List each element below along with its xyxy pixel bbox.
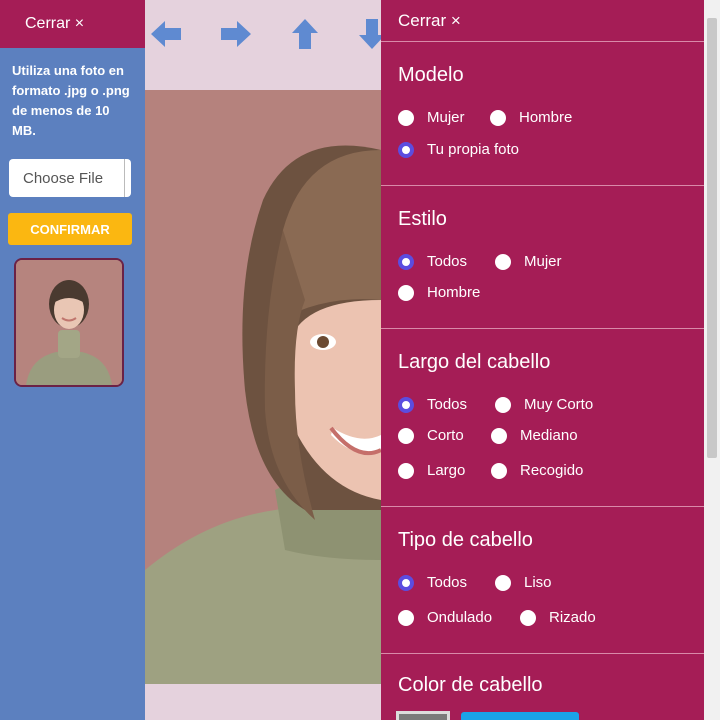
radio-estilo-todos[interactable]: Todos <box>398 253 467 270</box>
radio-label: Hombre <box>519 109 573 126</box>
photo-bottom-strip <box>145 684 381 720</box>
upload-instructions: Utiliza una foto en formato .jpg o .png … <box>12 63 130 138</box>
uploaded-photo-thumbnail[interactable] <box>14 258 124 387</box>
radio-button[interactable] <box>491 462 507 479</box>
portrait-image <box>145 90 381 684</box>
radio-label: Rizado <box>549 609 596 626</box>
radio-button[interactable] <box>491 427 507 444</box>
radio-button[interactable] <box>520 609 536 626</box>
radio-label: Mujer <box>427 109 465 126</box>
section-largo-del-cabello: Largo del cabello Todos Muy Corto Corto … <box>381 329 704 507</box>
radio-button[interactable] <box>495 253 511 270</box>
radio-tipo-todos[interactable]: Todos <box>398 574 467 591</box>
section-title: Tipo de cabello <box>398 529 533 551</box>
radio-tipo-rizado[interactable]: Rizado <box>520 609 596 626</box>
radio-label: Liso <box>524 574 552 591</box>
thumbnail-portrait <box>16 260 122 385</box>
arrow-right-icon[interactable] <box>219 17 253 51</box>
radio-button[interactable] <box>495 574 511 591</box>
radio-button[interactable] <box>398 284 414 301</box>
radio-button-checked[interactable] <box>398 253 414 270</box>
radio-label: Muy Corto <box>524 396 594 413</box>
radio-label: Todos <box>427 574 468 591</box>
radio-estilo-hombre[interactable]: Hombre <box>398 284 480 301</box>
radio-largo-recogido[interactable]: Recogido <box>491 462 583 479</box>
arrow-up-icon[interactable] <box>288 17 322 51</box>
color-swatch[interactable] <box>396 711 450 720</box>
confirm-button[interactable]: CONFIRMAR <box>8 213 132 245</box>
radio-label: Mediano <box>520 427 578 444</box>
hairstyle-preview-photo <box>145 90 381 684</box>
radio-label: Corto <box>427 427 464 444</box>
radio-label: Tu propia foto <box>427 141 519 158</box>
radio-modelo-mujer[interactable]: Mujer <box>398 109 465 126</box>
radio-largo-mediano[interactable]: Mediano <box>491 427 578 444</box>
radio-modelo-tu-propia-foto[interactable]: Tu propia foto <box>398 141 519 158</box>
file-button-label: Choose File <box>23 169 104 187</box>
radio-largo-corto[interactable]: Corto <box>398 427 464 444</box>
section-title: Estilo <box>398 208 447 230</box>
section-tipo-de-cabello: Tipo de cabello Todos Liso Ondulado Riza… <box>381 507 704 654</box>
section-title: Color de cabello <box>398 674 543 696</box>
radio-label: Todos <box>427 396 468 413</box>
section-estilo: Estilo Todos Mujer Hombre <box>381 186 704 329</box>
section-title: Largo del cabello <box>398 351 551 373</box>
radio-estilo-mujer[interactable]: Mujer <box>495 253 562 270</box>
file-input[interactable]: Choose File <box>9 159 131 197</box>
radio-button[interactable] <box>398 462 414 479</box>
radio-label: Ondulado <box>427 609 493 626</box>
radio-label: Mujer <box>524 253 562 270</box>
section-title: Modelo <box>398 64 464 86</box>
arrow-left-icon[interactable] <box>149 17 183 51</box>
radio-tipo-ondulado[interactable]: Ondulado <box>398 609 492 626</box>
scrollbar-thumb[interactable] <box>707 18 717 458</box>
radio-largo-largo[interactable]: Largo <box>398 462 465 479</box>
radio-button[interactable] <box>398 109 414 126</box>
left-close-button[interactable]: Cerrar × <box>0 0 145 48</box>
filters-panel: Cerrar × Modelo Mujer Hombre Tu propia f… <box>381 0 704 720</box>
radio-button-checked[interactable] <box>398 141 414 158</box>
radio-button-checked[interactable] <box>398 574 414 591</box>
radio-button[interactable] <box>495 396 511 413</box>
right-close-button[interactable]: Cerrar × <box>381 0 704 42</box>
radio-tipo-liso[interactable]: Liso <box>495 574 552 591</box>
radio-button-checked[interactable] <box>398 396 414 413</box>
section-color-de-cabello: Color de cabello <box>381 654 704 720</box>
navigation-arrows <box>145 0 385 90</box>
radio-largo-todos[interactable]: Todos <box>398 396 467 413</box>
radio-button[interactable] <box>398 609 414 626</box>
color-picker-button[interactable] <box>461 712 579 720</box>
radio-largo-muy-corto[interactable]: Muy Corto <box>495 396 593 413</box>
section-modelo: Modelo Mujer Hombre Tu propia foto <box>381 42 704 186</box>
scrollbar[interactable] <box>704 0 720 720</box>
radio-label: Largo <box>427 462 466 479</box>
upload-panel: Cerrar × Utiliza una foto en formato .jp… <box>0 0 145 720</box>
radio-button[interactable] <box>490 109 506 126</box>
radio-label: Recogido <box>520 462 584 479</box>
radio-label: Hombre <box>427 284 481 301</box>
file-divider <box>124 159 125 197</box>
radio-button[interactable] <box>398 427 414 444</box>
radio-label: Todos <box>427 253 468 270</box>
radio-modelo-hombre[interactable]: Hombre <box>490 109 572 126</box>
